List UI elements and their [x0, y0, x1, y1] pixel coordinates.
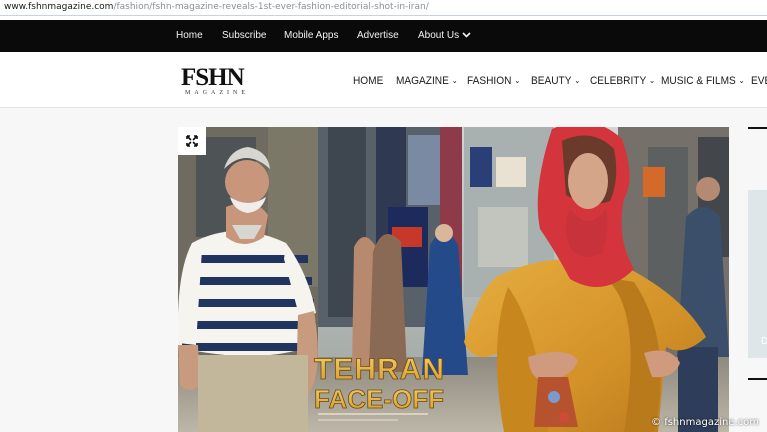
chevron-down-icon [462, 32, 471, 38]
main-nav-celebrity[interactable]: CELEBRITY ⌄ [590, 52, 655, 108]
sidebar-divider [748, 378, 767, 380]
top-nav-home[interactable]: Home [176, 20, 203, 52]
chevron-down-icon: ⌄ [451, 76, 458, 85]
hero-photo: TEHRAN FACE-OFF [178, 127, 729, 432]
main-nav-beauty[interactable]: BEAUTY ⌄ [531, 52, 580, 108]
site-logo[interactable]: FSHN MAGAZINE [181, 64, 261, 98]
browser-url-bar[interactable]: www.fshnmagazine.com/fashion/fshn-magazi… [0, 0, 767, 16]
main-nav-events[interactable]: EVEN [751, 52, 767, 108]
main-nav-music-films-label: MUSIC & FILMS [661, 75, 736, 87]
sidebar-divider [748, 127, 767, 129]
top-nav: Home Subscribe Mobile Apps Advertise Abo… [0, 20, 767, 52]
main-nav-events-label: EVEN [751, 75, 767, 87]
top-nav-about-us-label: About Us [418, 30, 460, 41]
url-domain: www.fshnmagazine.com [4, 2, 114, 12]
main-nav-fashion[interactable]: FASHION ⌄ [467, 52, 520, 108]
main-nav-celebrity-label: CELEBRITY [590, 75, 647, 87]
main-nav-fashion-label: FASHION [467, 75, 512, 87]
url-path: /fashion/fshn-magazine-reveals-1st-ever-… [113, 2, 429, 12]
hero-headline-line2: FACE-OFF [314, 384, 444, 414]
top-nav-about-us[interactable]: About Us [418, 20, 471, 52]
main-nav-home[interactable]: HOME [353, 52, 383, 108]
main-nav-magazine[interactable]: MAGAZINE ⌄ [396, 52, 458, 108]
main-nav-bar: FSHN MAGAZINE HOME MAGAZINE ⌄ FASHION ⌄ BE… [0, 52, 767, 108]
sidebar-thumb-label: D [761, 336, 767, 347]
chevron-down-icon: ⌄ [574, 76, 581, 85]
top-nav-mobile-apps[interactable]: Mobile Apps [284, 20, 338, 52]
top-nav-advertise[interactable]: Advertise [357, 20, 399, 52]
main-nav-music-films[interactable]: MUSIC & FILMS ⌄ [661, 52, 745, 108]
hero-headline-line1: TEHRAN [314, 353, 445, 386]
hero-image[interactable]: TEHRAN FACE-OFF [178, 127, 729, 432]
expand-image-button[interactable] [178, 127, 206, 155]
main-nav-beauty-label: BEAUTY [531, 75, 572, 87]
main-nav-home-label: HOME [353, 75, 384, 87]
sidebar-thumbnail[interactable]: D [748, 190, 767, 358]
chevron-down-icon: ⌄ [514, 76, 521, 85]
chevron-down-icon: ⌄ [738, 76, 745, 85]
top-nav-subscribe[interactable]: Subscribe [222, 20, 266, 52]
chevron-down-icon: ⌄ [649, 76, 656, 85]
logo-title: FSHN [181, 64, 245, 91]
logo-subtitle: MAGAZINE [185, 90, 249, 96]
main-nav-magazine-label: MAGAZINE [396, 75, 449, 87]
expand-arrows-icon [186, 135, 198, 147]
image-credit: © fshnmagazine.com [651, 417, 759, 428]
